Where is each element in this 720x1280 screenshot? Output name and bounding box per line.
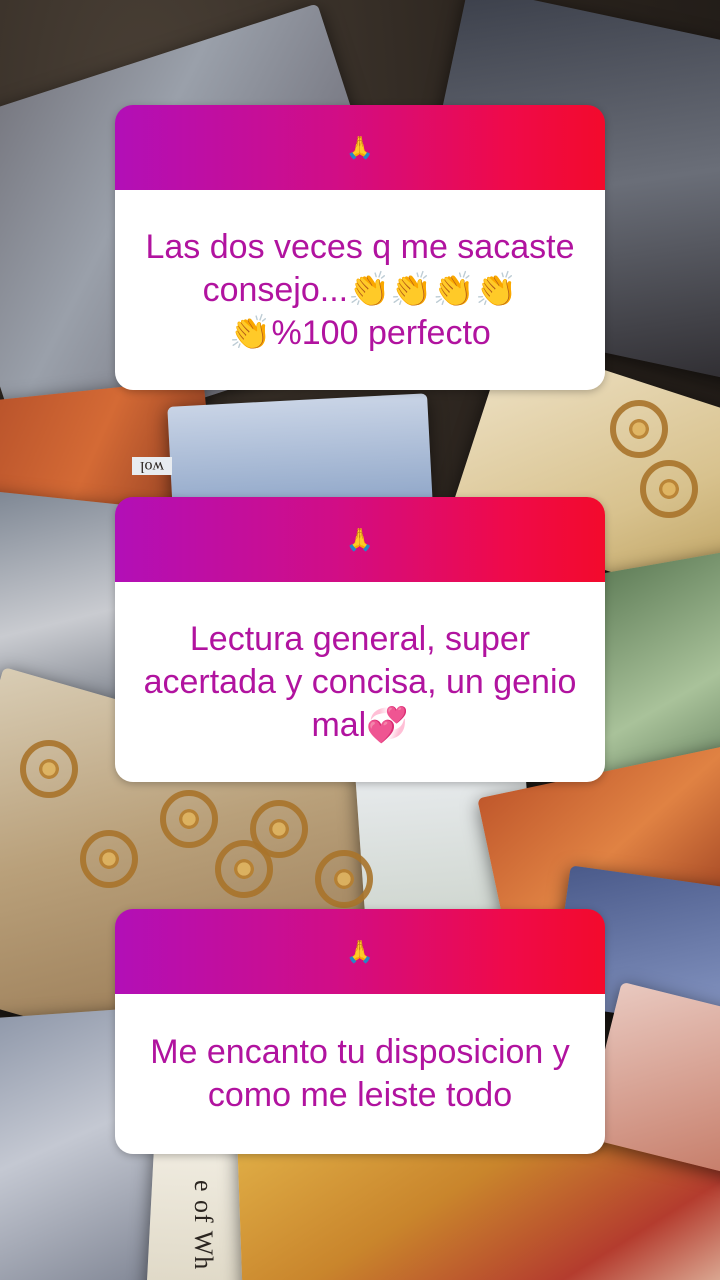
- pentacle-coin-icon: [160, 790, 218, 848]
- question-sticker: 🙏 Me encanto tu disposicion y como me le…: [115, 909, 605, 1154]
- praying-hands-icon: 🙏: [346, 526, 374, 552]
- question-sticker-text: Las dos veces q me sacaste consejo...👏👏👏…: [145, 227, 575, 352]
- pentacle-coin-icon: [80, 830, 138, 888]
- pentacle-coin-icon: [215, 840, 273, 898]
- pentacle-coin-icon: [315, 850, 373, 908]
- pentacle-coin-icon: [20, 740, 78, 798]
- question-sticker-text: Me encanto tu disposicion y como me leis…: [150, 1033, 570, 1114]
- question-sticker-header: 🙏: [115, 909, 605, 994]
- question-sticker: 🙏 Las dos veces q me sacaste consejo...👏…: [115, 105, 605, 390]
- card-label: wol: [132, 457, 172, 475]
- question-sticker-text: Lectura general, super acertada y concis…: [143, 619, 577, 744]
- question-sticker-header: 🙏: [115, 497, 605, 582]
- question-sticker-header: 🙏: [115, 105, 605, 190]
- question-sticker-body: Me encanto tu disposicion y como me leis…: [115, 994, 605, 1154]
- pentacle-coin-icon: [610, 400, 668, 458]
- praying-hands-icon: 🙏: [346, 938, 374, 964]
- card-spine-text: e of Wh: [189, 1180, 218, 1271]
- question-sticker-body: Las dos veces q me sacaste consejo...👏👏👏…: [115, 190, 605, 390]
- question-sticker-body: Lectura general, super acertada y concis…: [115, 582, 605, 782]
- question-sticker: 🙏 Lectura general, super acertada y conc…: [115, 497, 605, 782]
- praying-hands-icon: 🙏: [346, 134, 374, 160]
- pentacle-coin-icon: [640, 460, 698, 518]
